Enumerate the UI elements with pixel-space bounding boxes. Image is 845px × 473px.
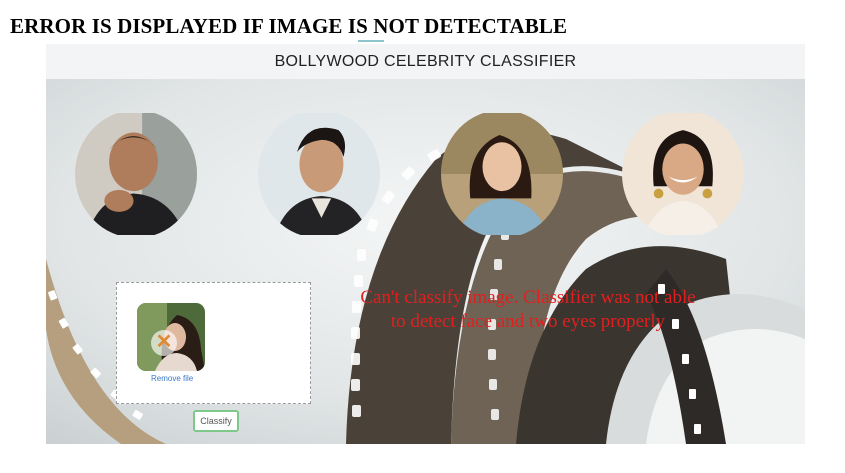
app-header: BOLLYWOOD CELEBRITY CLASSIFIER [46,44,805,79]
celebrity-avatar-4 [622,110,744,238]
portrait-image-icon [622,113,744,235]
error-message-line-2: to detect face and two eyes properly [390,311,666,332]
error-message: Can't classify image. Classifier was not… [328,286,728,334]
portrait-image-icon [258,113,380,235]
classify-button[interactable]: Classify [193,410,239,432]
celebrity-avatar-3 [441,110,563,238]
error-message-line-1: Can't classify image. Classifier was not… [360,287,696,308]
remove-file-link[interactable]: Remove file [151,374,193,383]
close-icon[interactable]: ✕ [151,329,177,355]
portrait-image-icon [441,113,563,235]
celebrity-avatar-2 [258,110,380,238]
celebrity-avatar-1 [75,110,197,238]
caption-accent-line [358,40,384,42]
classifier-app: BOLLYWOOD CELEBRITY CLASSIFIER ✕ Remove … [46,44,805,444]
screenshot-caption: ERROR IS DISPLAYED IF IMAGE IS NOT DETEC… [10,14,568,38]
file-dropzone[interactable]: ✕ Remove file [116,282,311,404]
app-title: BOLLYWOOD CELEBRITY CLASSIFIER [274,53,577,70]
portrait-image-icon [75,113,197,235]
